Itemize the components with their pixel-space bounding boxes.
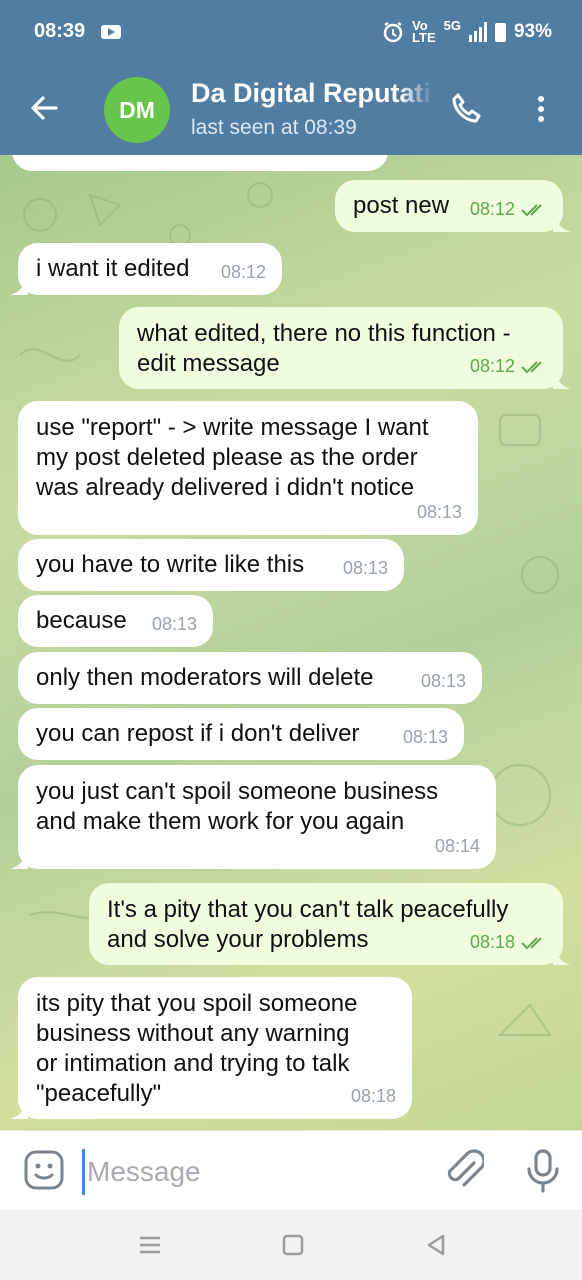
message-bubble[interactable]: post new 08:12: [335, 180, 571, 232]
message-time: 08:12: [220, 262, 266, 282]
last-seen-status: last seen at 08:39: [191, 116, 357, 139]
message-composer: [0, 1130, 582, 1211]
battery-percent: 93%: [513, 21, 552, 42]
status-time: 08:39: [34, 20, 86, 42]
message-time: 08:18: [469, 932, 515, 952]
message-time: 08:14: [434, 836, 480, 856]
status-bar: 08:39 Vo LTE 5G 93%: [0, 0, 582, 62]
message-time: 08:13: [342, 558, 388, 578]
message-time: 08:13: [420, 671, 466, 691]
message-text: you can repost if i don't deliver: [36, 720, 360, 747]
chat-header: DM Da Digital Reputation last seen at 08…: [0, 62, 582, 155]
message-bubble[interactable]: i want it edited 08:12: [10, 243, 282, 295]
message-bubble[interactable]: because 08:13: [18, 595, 213, 647]
signal-icon: [468, 22, 487, 42]
read-double-check-icon: [521, 361, 542, 374]
attach-paperclip-icon[interactable]: [444, 1149, 484, 1193]
message-time: 08:13: [151, 614, 197, 634]
more-menu-icon[interactable]: [531, 94, 551, 124]
back-arrow-icon[interactable]: [28, 92, 60, 124]
bubble-tail: [553, 214, 571, 232]
message-meta: 08:12: [470, 351, 547, 381]
message-time: 08:13: [402, 727, 448, 747]
chat-title[interactable]: Da Digital Reputation: [191, 78, 433, 109]
bubble-tail: [10, 851, 28, 869]
message-time: 08:18: [350, 1086, 396, 1106]
message-bubble[interactable]: its pity that you spoil someone business…: [10, 977, 412, 1119]
message-text: you just can't spoil someone business an…: [36, 778, 439, 835]
read-double-check-icon: [521, 937, 542, 950]
sticker-emoji-icon[interactable]: [23, 1149, 65, 1191]
system-navigation-bar: [0, 1210, 582, 1280]
message-bubble-partial[interactable]: [12, 155, 388, 171]
phone-icon[interactable]: [449, 92, 483, 126]
bubble-tail: [10, 277, 28, 295]
youtube-notification-icon: [101, 25, 121, 39]
read-double-check-icon: [521, 204, 542, 217]
message-bubble[interactable]: you just can't spoil someone business an…: [10, 765, 496, 869]
message-bubble[interactable]: use "report" - > write message I want my…: [18, 401, 478, 535]
volte-icon: Vo LTE: [412, 18, 436, 45]
recent-apps-icon[interactable]: [135, 1230, 165, 1260]
message-meta: 08:12: [470, 194, 547, 224]
back-nav-icon[interactable]: [421, 1230, 451, 1260]
chat-area[interactable]: post new 08:12 i want it edited 08:12 wh…: [0, 155, 582, 1130]
message-text: use "report" - > write message I want my…: [36, 414, 429, 501]
bubble-tail: [10, 1101, 28, 1119]
message-meta: 08:18: [470, 927, 547, 957]
message-bubble[interactable]: It's a pity that you can't talk peaceful…: [89, 883, 571, 965]
message-text: you have to write like this: [36, 551, 305, 578]
message-time: 08:12: [469, 199, 515, 219]
message-input[interactable]: [82, 1149, 419, 1195]
battery-icon: [494, 22, 506, 42]
message-time: 08:13: [416, 502, 462, 522]
message-bubble[interactable]: you can repost if i don't deliver 08:13: [18, 708, 464, 760]
message-bubble[interactable]: only then moderators will delete 08:13: [18, 652, 482, 704]
message-text: only then moderators will delete: [36, 664, 374, 691]
avatar[interactable]: DM: [104, 77, 170, 143]
alarm-icon: [383, 21, 403, 43]
microphone-icon[interactable]: [525, 1149, 561, 1193]
message-text: its pity that you spoil someone business…: [36, 990, 358, 1107]
status-icons: Vo LTE 5G 93%: [382, 18, 552, 45]
bubble-tail: [553, 947, 571, 965]
message-bubble[interactable]: what edited, there no this function - ed…: [119, 307, 571, 389]
network-type: 5G: [443, 18, 461, 33]
bubble-tail: [553, 371, 571, 389]
home-icon[interactable]: [278, 1230, 308, 1260]
message-bubble[interactable]: you have to write like this 08:13: [18, 539, 404, 591]
message-time: 08:12: [469, 356, 515, 376]
